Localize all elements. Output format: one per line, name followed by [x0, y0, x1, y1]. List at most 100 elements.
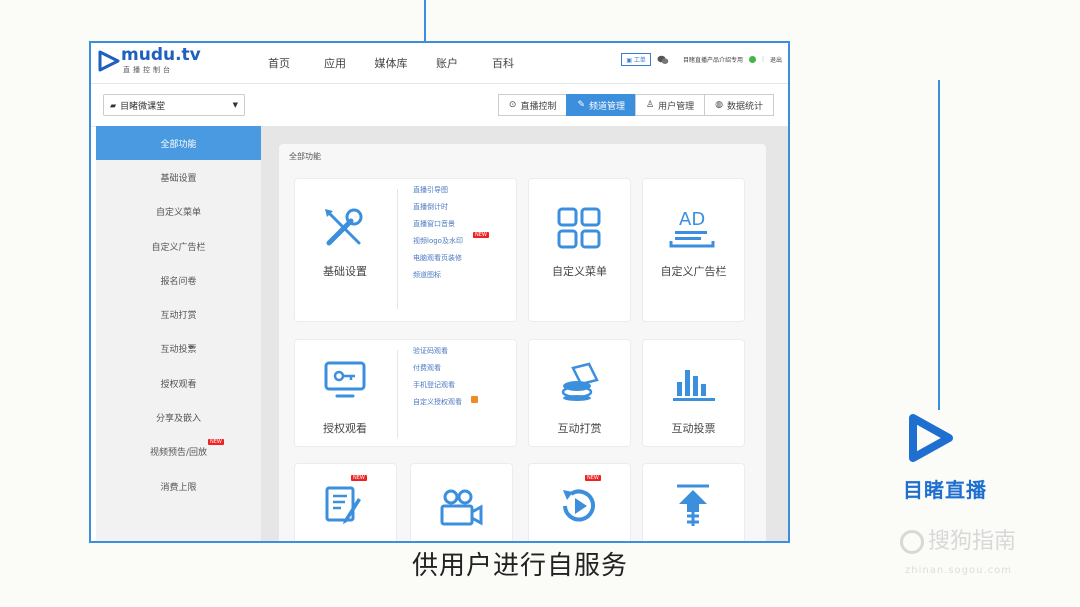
brand-play-icon	[909, 414, 953, 462]
sidebar-item-label: 自定义菜单	[155, 208, 201, 219]
nav-home[interactable]: 首页	[251, 55, 307, 71]
card-divider	[397, 350, 398, 438]
sidebar: 全部功能 基础设置 自定义菜单 自定义广告栏 报名问卷 互动打赏 互动投票 ⌖ 授…	[96, 126, 261, 541]
new-badge: NEW	[585, 475, 601, 481]
top-right-tools: ▣ 工单 目睹直播产品介绍专用 | 退出	[621, 53, 782, 66]
new-badge: NEW	[351, 475, 367, 481]
replay-icon	[563, 489, 595, 522]
room-select-value: 目睹微课堂	[120, 101, 166, 112]
link-text: 视频logo及水印	[413, 237, 463, 245]
sidebar-item-label: 基础设置	[160, 173, 197, 184]
watermark: 搜狗指南	[900, 523, 1016, 555]
sidebar-item-share[interactable]: 分享及嵌入	[96, 400, 261, 434]
sidebar-item-label: 报名问卷	[160, 276, 197, 287]
nav-account[interactable]: 账户	[419, 55, 475, 71]
ticket-button[interactable]: ▣ 工单	[621, 53, 651, 66]
play-circle-icon: ⊙	[508, 100, 517, 110]
card-label: 互动投票	[671, 422, 716, 435]
logout-link[interactable]: 退出	[770, 55, 782, 64]
basic-links: 直播引导图 直播倒计时 直播窗口音景 视频logo及水印 NEW 电脑观看页装修 …	[413, 185, 489, 287]
stats-icon: ◍	[715, 100, 723, 110]
link-pc-decor[interactable]: 电脑观看页装修	[413, 253, 463, 270]
card-label: 授权观看	[323, 422, 367, 435]
auth-links: 验证码观看 付费观看 手机登记观看 自定义授权观看	[413, 346, 478, 414]
card-basic-settings[interactable]: 基础设置 直播引导图 直播倒计时 直播窗口音景 视频logo及水印 NEW 电脑观…	[295, 179, 516, 321]
decor-line-right	[938, 80, 940, 410]
wechat-icon[interactable]	[657, 55, 669, 65]
link-guide-image[interactable]: 直播引导图	[413, 185, 463, 202]
card-reward[interactable]: 互动打赏	[529, 340, 630, 446]
link-logo-watermark[interactable]: 视频logo及水印 NEW	[413, 232, 489, 253]
ticket-label: 工单	[633, 57, 646, 64]
link-custom-auth[interactable]: 自定义授权观看	[413, 396, 478, 414]
divider-bar: |	[761, 56, 764, 63]
sidebar-item-limit[interactable]: 消费上限	[96, 469, 261, 503]
sidebar-item-all[interactable]: 全部功能	[96, 126, 261, 161]
sidebar-item-signup[interactable]: 报名问卷	[96, 263, 261, 297]
link-code-watch[interactable]: 验证码观看	[413, 346, 462, 363]
feature-panel: 全部功能 基础设置 直播引导图 直播倒计时 直播窗口音景 视频logo及水印 NE…	[279, 144, 766, 541]
sidebar-item-label: 自定义广告栏	[151, 242, 206, 253]
tab-channel-manage[interactable]: ✎ 频道管理	[566, 94, 637, 116]
logo[interactable]: mudu.tv 直播控制台	[97, 47, 201, 75]
card-custom-menu[interactable]: 自定义菜单	[529, 179, 630, 321]
tab-label: 用户管理	[658, 101, 695, 112]
tab-live-control[interactable]: ⊙ 直播控制	[497, 94, 568, 116]
video-camera-icon	[440, 489, 483, 526]
sidebar-item-label: 授权观看	[160, 379, 197, 390]
auth-screen-icon	[324, 361, 366, 398]
coins-icon	[561, 362, 599, 401]
section-tabs: ⊙ 直播控制 ✎ 频道管理 ♙ 用户管理 ◍ 数据统计	[497, 94, 774, 116]
folder-icon: ▰	[110, 100, 117, 110]
card-divider	[397, 189, 398, 309]
top-bar: mudu.tv 直播控制台 首页 应用 媒体库 账户 百科 ▣ 工单 目睹直播产…	[91, 43, 788, 84]
card-label: 自定义菜单	[552, 265, 607, 278]
sidebar-item-label: 全部功能	[160, 139, 197, 150]
decor-line-top	[424, 0, 426, 41]
tab-label: 数据统计	[726, 101, 763, 112]
tab-label: 直播控制	[520, 101, 557, 112]
tab-label: 频道管理	[589, 101, 626, 112]
account-name[interactable]: 目睹直播产品介绍专用	[683, 55, 743, 64]
card-vote[interactable]: 互动投票	[643, 340, 744, 446]
svg-text:AD: AD	[679, 209, 705, 230]
link-phone-watch[interactable]: 手机登记观看	[413, 380, 462, 397]
card-custom-ad[interactable]: AD 自定义广告栏	[643, 179, 744, 321]
sidebar-item-label: 视频预告/回放	[149, 448, 208, 459]
room-select[interactable]: ▰ 目睹微课堂 ▼	[103, 94, 245, 116]
card-signup-form[interactable]: NEW	[295, 464, 396, 541]
caret-down-icon: ▼	[232, 101, 238, 109]
link-countdown[interactable]: 直播倒计时	[413, 202, 463, 219]
card-share-embed[interactable]	[411, 464, 512, 541]
play-logo-icon	[98, 50, 120, 72]
sidebar-item-custom-ad[interactable]: 自定义广告栏	[96, 229, 261, 263]
tab-user-manage[interactable]: ♙ 用户管理	[635, 94, 706, 116]
sidebar-item-label: 互动打赏	[160, 311, 197, 322]
panel-title: 全部功能	[289, 152, 321, 161]
link-window-bg[interactable]: 直播窗口音景	[413, 219, 463, 236]
sidebar-item-basic[interactable]: 基础设置	[96, 160, 261, 194]
nav-wiki[interactable]: 百科	[475, 55, 531, 71]
sidebar-item-auth[interactable]: 授权观看	[96, 366, 261, 400]
sidebar-item-video[interactable]: 视频预告/回放 NEW	[96, 435, 261, 469]
sidebar-item-custom-menu[interactable]: 自定义菜单	[96, 195, 261, 229]
link-paid-watch[interactable]: 付费观看	[413, 363, 462, 380]
sidebar-item-reward[interactable]: 互动打赏	[96, 297, 261, 331]
nav-apps[interactable]: 应用	[307, 55, 363, 71]
sub-bar: ▰ 目睹微课堂 ▼ ⊙ 直播控制 ✎ 频道管理 ♙ 用户管理 ◍ 数据统计	[91, 84, 788, 127]
card-spending-limit[interactable]	[643, 464, 744, 541]
tab-statistics[interactable]: ◍ 数据统计	[704, 94, 774, 116]
link-channel-icon[interactable]: 频道图标	[413, 270, 463, 287]
bar-chart-icon	[673, 370, 715, 401]
card-auth-watch[interactable]: 授权观看 验证码观看 付费观看 手机登记观看 自定义授权观看	[295, 340, 516, 446]
card-label: 互动打赏	[557, 422, 602, 435]
watermark-url: zhinan.sogou.com	[905, 565, 1013, 576]
logo-brand: mudu.tv	[121, 45, 201, 65]
main-nav: 首页 应用 媒体库 账户 百科	[251, 55, 531, 71]
ad-icon: AD	[669, 209, 715, 248]
sidebar-item-vote[interactable]: 互动投票 ⌖	[96, 332, 261, 366]
app-window: mudu.tv 直播控制台 首页 应用 媒体库 账户 百科 ▣ 工单 目睹直播产…	[89, 41, 790, 543]
card-video-replay[interactable]: NEW	[529, 464, 630, 541]
online-status-icon	[748, 56, 756, 63]
nav-media[interactable]: 媒体库	[363, 55, 419, 71]
